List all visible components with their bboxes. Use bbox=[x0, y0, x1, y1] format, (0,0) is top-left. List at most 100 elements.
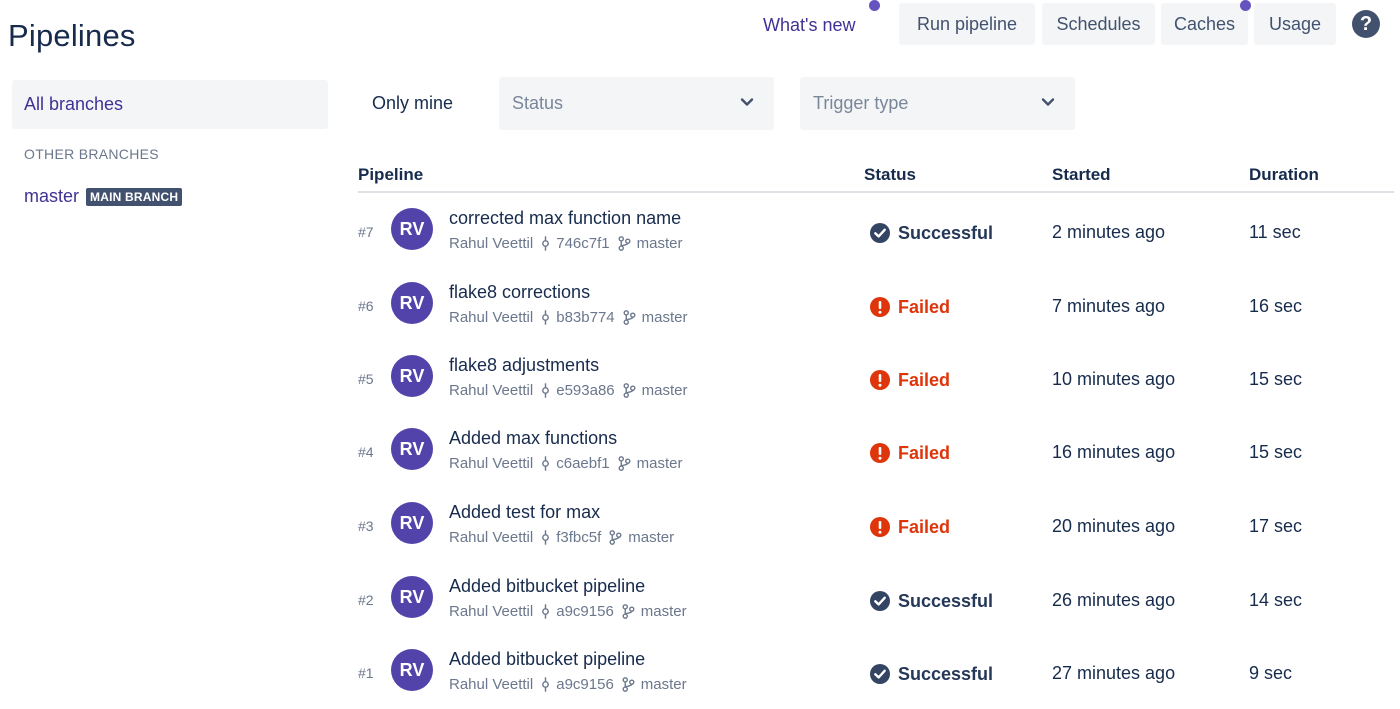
author-name: Rahul Veettil bbox=[449, 382, 534, 399]
status-label: Failed bbox=[898, 369, 951, 390]
status-badge: Failed bbox=[869, 442, 950, 464]
check-circle-icon bbox=[869, 590, 891, 612]
branch-link[interactable]: master bbox=[642, 382, 688, 399]
pipeline-title-link[interactable]: corrected max function name bbox=[449, 208, 681, 229]
pipeline-title-link[interactable]: flake8 adjustments bbox=[449, 355, 599, 376]
pipeline-number: #4 bbox=[358, 444, 374, 460]
started-time: 2 minutes ago bbox=[1052, 222, 1166, 242]
sidebar: All branches OTHER BRANCHES master MAIN … bbox=[12, 80, 328, 207]
help-icon[interactable]: ? bbox=[1352, 10, 1380, 38]
commit-hash-link[interactable]: c6aebf1 bbox=[556, 455, 609, 472]
pipeline-number: #7 bbox=[358, 224, 374, 240]
author-name: Rahul Veettil bbox=[449, 235, 534, 252]
sidebar-item-label: master bbox=[24, 186, 80, 206]
duration: 15 sec bbox=[1249, 369, 1303, 389]
pipeline-meta: Rahul Veettil a9c9156 master bbox=[449, 676, 687, 693]
table-row[interactable]: #3 RV Added test for max Rahul Veettil f3fbc… bbox=[358, 492, 1394, 565]
commit-icon bbox=[541, 383, 550, 398]
table-row[interactable]: #2 RV Added bitbucket pipeline Rahul Veetti… bbox=[358, 566, 1394, 639]
whats-new-notification-dot bbox=[869, 0, 880, 11]
status-select[interactable]: Status bbox=[499, 77, 774, 130]
pipeline-meta: Rahul Veettil c6aebf1 master bbox=[449, 455, 682, 472]
started-time: 16 minutes ago bbox=[1052, 442, 1176, 462]
caches-button[interactable]: Caches bbox=[1161, 3, 1248, 45]
avatar: RV bbox=[391, 208, 433, 250]
status-label: Failed bbox=[898, 296, 951, 317]
author-name: Rahul Veettil bbox=[449, 455, 534, 472]
sidebar-item-all-branches[interactable]: All branches bbox=[12, 80, 328, 129]
pipelines-table: Pipeline Status Started Duration #7 RV cor… bbox=[358, 162, 1394, 693]
trigger-type-select[interactable]: Trigger type bbox=[800, 77, 1075, 130]
whats-new-link[interactable]: What's new bbox=[763, 15, 855, 36]
pipeline-title-link[interactable]: flake8 corrections bbox=[449, 282, 590, 303]
status-label: Successful bbox=[898, 663, 994, 684]
branch-link[interactable]: master bbox=[637, 455, 683, 472]
sidebar-heading-other-branches: OTHER BRANCHES bbox=[24, 146, 159, 162]
author-name: Rahul Veettil bbox=[449, 529, 534, 546]
usage-button[interactable]: Usage bbox=[1254, 3, 1336, 45]
schedules-button[interactable]: Schedules bbox=[1042, 3, 1155, 45]
branch-icon bbox=[618, 236, 631, 251]
duration: 17 sec bbox=[1249, 516, 1303, 536]
started-time: 7 minutes ago bbox=[1052, 296, 1166, 316]
duration: 16 sec bbox=[1249, 296, 1303, 316]
branch-icon bbox=[622, 677, 635, 692]
table-header: Pipeline Status Started Duration bbox=[358, 162, 1394, 193]
table-row[interactable]: #5 RV flake8 adjustments Rahul Veettil e593a… bbox=[358, 345, 1394, 418]
avatar: RV bbox=[391, 428, 433, 470]
pipeline-title-link[interactable]: Added bitbucket pipeline bbox=[449, 649, 645, 670]
status-label: Failed bbox=[898, 516, 951, 537]
commit-hash-link[interactable]: a9c9156 bbox=[556, 676, 614, 693]
commit-icon bbox=[541, 310, 550, 325]
commit-icon bbox=[541, 604, 550, 619]
commit-hash-link[interactable]: b83b774 bbox=[556, 309, 614, 326]
branch-icon bbox=[623, 310, 636, 325]
pipeline-title-link[interactable]: Added bitbucket pipeline bbox=[449, 576, 645, 597]
status-badge: Successful bbox=[869, 663, 993, 685]
error-icon bbox=[869, 369, 891, 391]
error-icon bbox=[869, 516, 891, 538]
avatar: RV bbox=[391, 355, 433, 397]
chevron-down-icon bbox=[1041, 98, 1055, 106]
status-select-placeholder: Status bbox=[512, 93, 564, 113]
status-badge: Failed bbox=[869, 296, 950, 318]
table-row[interactable]: #1 RV Added bitbucket pipeline Rahul Veetti… bbox=[358, 639, 1394, 709]
avatar: RV bbox=[391, 502, 433, 544]
commit-icon bbox=[541, 236, 550, 251]
only-mine-toggle[interactable]: Only mine bbox=[372, 93, 453, 114]
commit-hash-link[interactable]: a9c9156 bbox=[556, 603, 614, 620]
commit-hash-link[interactable]: f3fbc5f bbox=[556, 529, 601, 546]
branch-icon bbox=[623, 383, 636, 398]
commit-hash-link[interactable]: 746c7f1 bbox=[556, 235, 609, 252]
table-row[interactable]: #7 RV corrected max function name Rahul Vee… bbox=[358, 198, 1394, 271]
trigger-type-select-placeholder: Trigger type bbox=[813, 93, 909, 113]
status-badge: Failed bbox=[869, 369, 950, 391]
table-row[interactable]: #4 RV Added max functions Rahul Veettil c6ae… bbox=[358, 418, 1394, 491]
pipeline-number: #5 bbox=[358, 371, 374, 387]
branch-link[interactable]: master bbox=[641, 676, 687, 693]
commit-hash-link[interactable]: e593a86 bbox=[556, 382, 614, 399]
avatar: RV bbox=[391, 576, 433, 618]
status-badge: Failed bbox=[869, 516, 950, 538]
chevron-down-icon bbox=[740, 98, 754, 106]
pipeline-meta: Rahul Veettil b83b774 master bbox=[449, 309, 687, 326]
started-time: 10 minutes ago bbox=[1052, 369, 1176, 389]
pipeline-title-link[interactable]: Added max functions bbox=[449, 428, 617, 449]
branch-link[interactable]: master bbox=[642, 309, 688, 326]
branch-link[interactable]: master bbox=[637, 235, 683, 252]
status-label: Failed bbox=[898, 442, 951, 463]
branch-link[interactable]: master bbox=[628, 529, 674, 546]
duration: 15 sec bbox=[1249, 442, 1303, 462]
caches-notification-dot bbox=[1240, 0, 1251, 11]
pipeline-number: #6 bbox=[358, 298, 374, 314]
column-header-duration: Duration bbox=[1249, 165, 1319, 184]
status-label: Successful bbox=[898, 222, 994, 243]
pipeline-title-link[interactable]: Added test for max bbox=[449, 502, 600, 523]
duration: 9 sec bbox=[1249, 663, 1293, 683]
branch-link[interactable]: master bbox=[641, 603, 687, 620]
sidebar-item-master[interactable]: master MAIN BRANCH bbox=[12, 186, 328, 207]
started-time: 20 minutes ago bbox=[1052, 516, 1176, 536]
table-row[interactable]: #6 RV flake8 corrections Rahul Veettil b83b7… bbox=[358, 272, 1394, 345]
started-time: 27 minutes ago bbox=[1052, 663, 1176, 683]
run-pipeline-button[interactable]: Run pipeline bbox=[899, 3, 1035, 45]
